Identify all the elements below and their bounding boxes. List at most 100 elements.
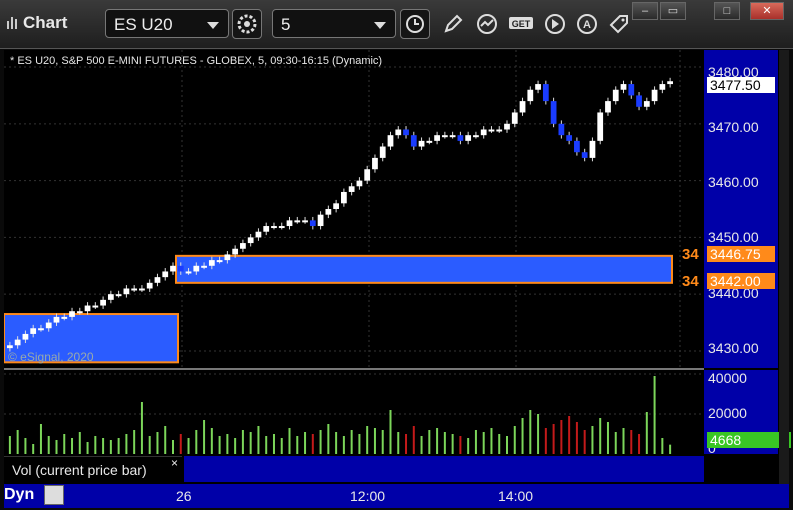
tag-button[interactable] [604,9,634,39]
candle [496,129,503,132]
close-icon: ✕ [762,5,772,17]
zone-marker: 34 [682,273,699,290]
candle [45,322,52,329]
price-label: 3460.00 [708,174,759,190]
candle [286,220,293,227]
candle [372,157,378,170]
last-price-tag: 3477.50 [707,77,775,93]
svg-text:GET: GET [512,19,531,29]
candle [434,135,440,141]
candle [364,169,371,181]
candle [7,345,13,349]
maximize-button[interactable]: □ [714,2,740,20]
candle [123,288,130,295]
candle [193,265,200,272]
analytics-button[interactable]: A [572,9,602,39]
candle [325,209,332,215]
scrollbar[interactable] [779,50,789,484]
price-chart[interactable] [4,50,704,368]
candle [651,89,658,102]
candle [574,140,580,153]
price-axis[interactable] [704,50,778,368]
symbol-combo[interactable]: ES U20 [105,9,229,38]
candle [53,316,60,323]
window-menu-button[interactable]: – [632,2,658,20]
candle [247,237,254,244]
candle [348,186,355,192]
candle [263,226,270,232]
volume-label: 40000 [708,370,747,386]
toolbar: Chart ES U20 5 GET A – ▭ □ ✕ [0,0,793,49]
candle [216,260,223,263]
candle [255,231,262,238]
candle [341,191,347,204]
interval-value: 5 [281,15,291,34]
chevron-down-icon[interactable] [374,22,386,29]
studies-button[interactable] [472,9,502,39]
candle [395,129,402,136]
dynamic-mode-label[interactable]: Dyn [4,486,34,504]
chevron-down-icon[interactable] [207,22,219,29]
candle [535,84,541,90]
pencil-icon [444,14,463,33]
settings-icon [237,14,257,34]
price-label: 3430.00 [708,340,759,356]
candle [84,305,91,312]
candle [441,135,448,138]
zone-lower-tag: 3442.00 [707,273,775,289]
time-axis[interactable] [4,484,789,508]
candle [333,203,339,209]
price-label: 3470.00 [708,119,759,135]
candle [488,129,495,132]
candle [232,248,239,255]
candle [519,101,526,113]
candle [154,277,161,283]
candle [201,265,207,268]
symbol-value: ES U20 [114,15,173,34]
lock-icon[interactable] [44,485,64,505]
candle [14,339,21,346]
candle [387,135,394,147]
candle [61,316,68,319]
time-label: 26 [176,488,192,504]
close-button[interactable]: ✕ [750,2,784,20]
candle [162,271,169,278]
link-icon: ▭ [667,5,679,17]
studies-icon [477,14,497,34]
candle [620,84,627,90]
candle [659,84,666,90]
candle [131,288,138,291]
candle [426,140,433,143]
chart-info: * ES U20, S&P 500 E-MINI FUTURES - GLOBE… [10,55,383,67]
candle [76,311,83,314]
volume-pane-title: Vol (current price bar) [4,456,182,482]
zone-marker: 34 [682,246,699,263]
volume-chart[interactable] [4,370,704,454]
candle [636,95,642,107]
candle [224,254,231,261]
candle [69,311,75,317]
app-title: Chart [6,13,67,33]
candle [302,220,308,223]
app-title-text: Chart [23,13,68,32]
play-button[interactable] [540,9,570,39]
interval-combo[interactable]: 5 [272,9,396,38]
price-label: 3450.00 [708,229,759,245]
candle [100,299,106,306]
candle [465,135,472,141]
window-link-button[interactable]: ▭ [660,2,686,20]
candle [612,89,619,102]
candle [527,89,534,102]
close-icon[interactable]: × [171,456,178,470]
settings-button[interactable] [232,9,262,39]
clock-icon [406,15,424,33]
candle [309,220,316,227]
candle [605,101,611,113]
candle [643,101,650,107]
time-button[interactable] [400,9,430,39]
candle [379,146,386,158]
get-button[interactable]: GET [506,9,536,39]
menu-icon: – [641,5,649,17]
get-icon: GET [509,17,533,29]
draw-button[interactable] [438,9,468,39]
